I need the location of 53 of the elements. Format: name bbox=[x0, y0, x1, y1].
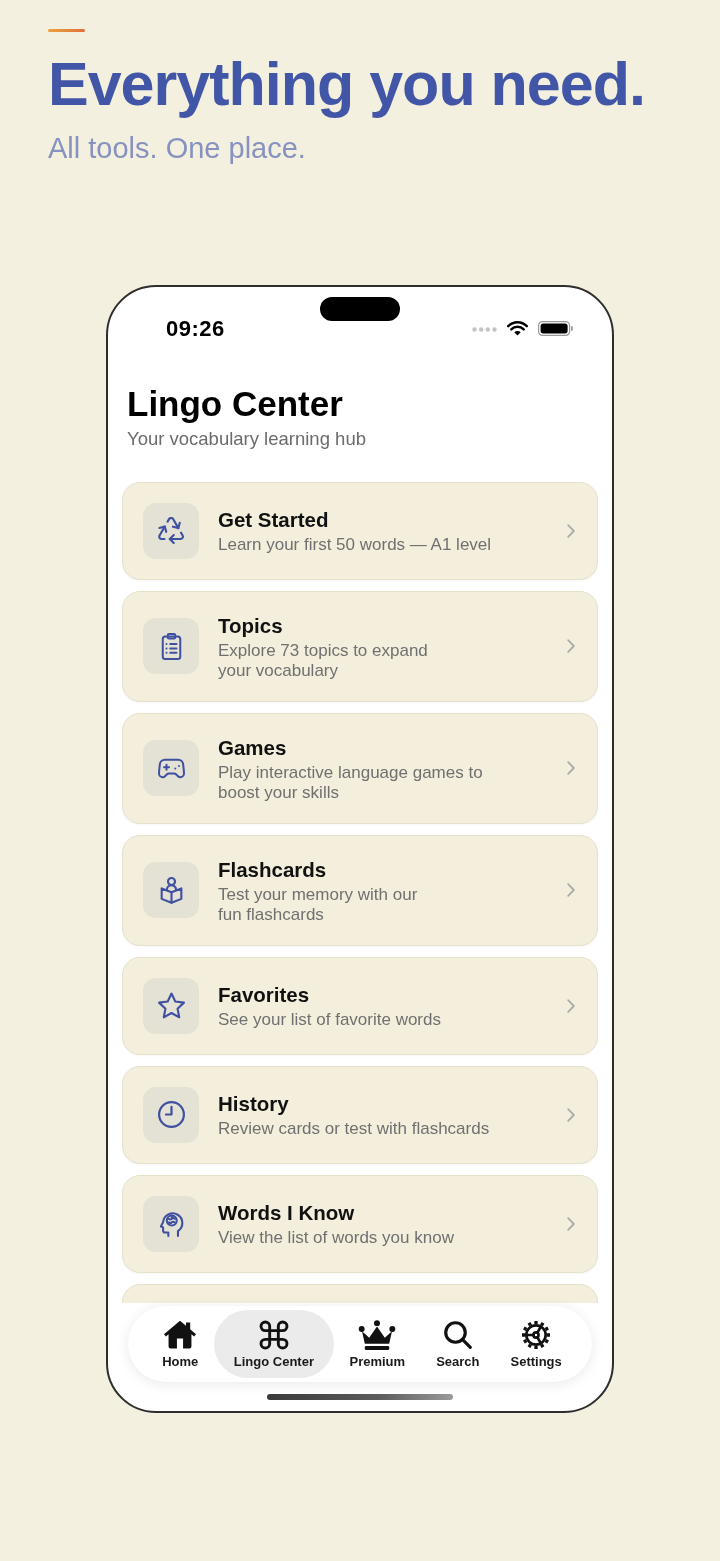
card-title: History bbox=[218, 1092, 290, 1117]
tab-item[interactable]: Lingo Center bbox=[213, 1310, 334, 1378]
chevron-right-icon bbox=[567, 1108, 575, 1122]
card-title: Flashcards bbox=[218, 858, 328, 882]
menu-card[interactable]: Flashcards Test your memory with our fun flashcards bbox=[122, 835, 598, 946]
home-indicator[interactable] bbox=[267, 1394, 453, 1400]
chevron-right-icon bbox=[567, 639, 575, 654]
menu-card[interactable]: Games Play interactive language games to boost your skills bbox=[122, 713, 598, 824]
menu-card[interactable]: History Review cards or test with flashcards bbox=[122, 1066, 598, 1164]
tab-item[interactable]: Search bbox=[420, 1310, 495, 1378]
card-title: Games bbox=[218, 736, 288, 760]
card-title: Get Started bbox=[218, 508, 330, 533]
chevron-right-icon bbox=[567, 761, 575, 776]
command-icon bbox=[258, 1320, 289, 1350]
battery-icon bbox=[538, 321, 573, 336]
status-time: 09:26 bbox=[166, 317, 225, 340]
crown-icon bbox=[358, 1320, 397, 1350]
chevron-right-icon bbox=[567, 1217, 575, 1231]
wifi-icon bbox=[507, 321, 528, 336]
menu-card[interactable]: Words I Know View the list of words you know bbox=[122, 1175, 598, 1273]
brain-head-icon bbox=[143, 1196, 199, 1252]
menu-card[interactable]: Get Started Learn your first 50 words — A1 level bbox=[122, 482, 598, 580]
tab-item[interactable]: Home bbox=[146, 1310, 214, 1378]
card-description: Test your memory with our fun flashcards bbox=[218, 885, 419, 925]
screen-subtitle: Your vocabulary learning hub bbox=[127, 427, 367, 450]
card-description: View the list of words you know bbox=[218, 1228, 455, 1249]
person-book-icon bbox=[143, 862, 199, 919]
screen-title: Lingo Center bbox=[127, 383, 344, 425]
card-title: Favorites bbox=[218, 983, 311, 1008]
recycle-icon bbox=[143, 503, 199, 559]
menu-card[interactable]: Topics Explore 73 topics to expand your vocabulary bbox=[122, 591, 598, 702]
settings-icon bbox=[520, 1320, 553, 1350]
gamepad-icon bbox=[143, 740, 199, 797]
card-description: Review cards or test with flashcards bbox=[218, 1119, 491, 1140]
search-icon bbox=[443, 1320, 472, 1350]
menu-card[interactable]: Favorites See your list of favorite words bbox=[122, 957, 598, 1055]
tab-item[interactable]: Premium bbox=[334, 1310, 421, 1378]
card-title: Topics bbox=[218, 614, 284, 638]
card-description: Play interactive language games to boost your skills bbox=[218, 763, 484, 803]
signal-dots-icon bbox=[472, 326, 497, 332]
chevron-right-icon bbox=[567, 524, 575, 538]
card-title: Words I Know bbox=[218, 1201, 356, 1226]
chevron-right-icon bbox=[567, 883, 575, 898]
tagline: All tools. One place. bbox=[48, 133, 306, 163]
home-icon bbox=[163, 1320, 198, 1350]
clipboard-list-icon bbox=[143, 618, 199, 675]
tab-item[interactable]: Settings bbox=[495, 1310, 578, 1378]
card-description: See your list of favorite words bbox=[218, 1010, 442, 1031]
accent-line bbox=[48, 29, 85, 32]
card-description: Learn your first 50 words — A1 level bbox=[218, 535, 493, 556]
chevron-right-icon bbox=[567, 999, 575, 1013]
clock-icon bbox=[143, 1087, 199, 1143]
card-description: Explore 73 topics to expand your vocabulary bbox=[218, 641, 429, 681]
